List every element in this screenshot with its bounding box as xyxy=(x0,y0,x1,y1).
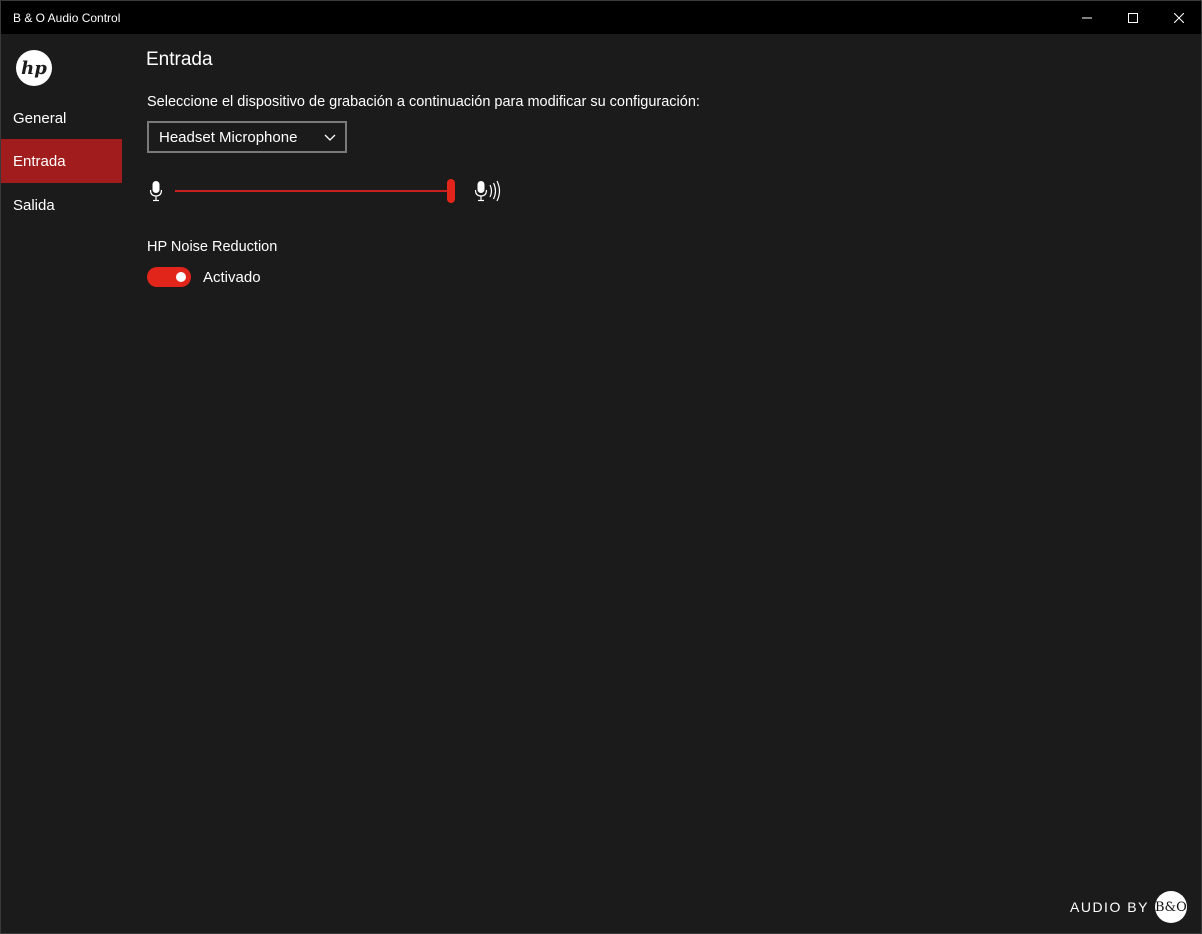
noise-reduction-state: Activado xyxy=(203,269,261,286)
noise-reduction-label: HP Noise Reduction xyxy=(147,239,278,255)
sidebar-item-entrada[interactable]: Entrada xyxy=(1,139,122,183)
chevron-down-icon xyxy=(324,134,336,141)
device-select[interactable]: Headset Microphone xyxy=(147,121,347,153)
minimize-button[interactable] xyxy=(1064,1,1110,34)
microphone-loud-icon xyxy=(474,180,501,202)
main-content: Entrada Seleccione el dispositivo de gra… xyxy=(122,34,1201,933)
microphone-icon xyxy=(149,181,163,202)
bang-olufsen-branding: AUDIO BY B&O xyxy=(1070,891,1187,923)
sidebar-item-label: Entrada xyxy=(13,152,66,170)
audio-by-label: AUDIO BY xyxy=(1070,899,1149,915)
close-icon xyxy=(1174,12,1184,23)
app-window: B & O Audio Control hp General Entrada S… xyxy=(0,0,1202,934)
device-instruction: Seleccione el dispositivo de grabación a… xyxy=(147,94,700,110)
title-bar[interactable]: B & O Audio Control xyxy=(1,1,1201,34)
hp-logo-icon: hp xyxy=(15,49,53,87)
sidebar-item-general[interactable]: General xyxy=(1,96,122,140)
sidebar-item-salida[interactable]: Salida xyxy=(1,183,122,227)
input-level-thumb[interactable] xyxy=(447,179,455,203)
sidebar: hp General Entrada Salida xyxy=(1,34,122,933)
window-title: B & O Audio Control xyxy=(13,11,121,25)
close-button[interactable] xyxy=(1156,1,1202,34)
bo-logo-text: B&O xyxy=(1155,899,1187,915)
bo-logo-icon: B&O xyxy=(1154,891,1187,923)
toggle-knob xyxy=(176,272,186,282)
noise-reduction-toggle[interactable] xyxy=(147,267,191,287)
device-select-value: Headset Microphone xyxy=(159,128,298,146)
minimize-icon xyxy=(1082,17,1092,18)
page-title: Entrada xyxy=(146,49,213,70)
svg-text:hp: hp xyxy=(21,58,47,79)
sidebar-item-label: General xyxy=(13,109,67,127)
sidebar-item-label: Salida xyxy=(13,196,55,214)
maximize-icon xyxy=(1128,12,1138,23)
input-level-track[interactable] xyxy=(175,190,451,192)
maximize-button[interactable] xyxy=(1110,1,1156,34)
